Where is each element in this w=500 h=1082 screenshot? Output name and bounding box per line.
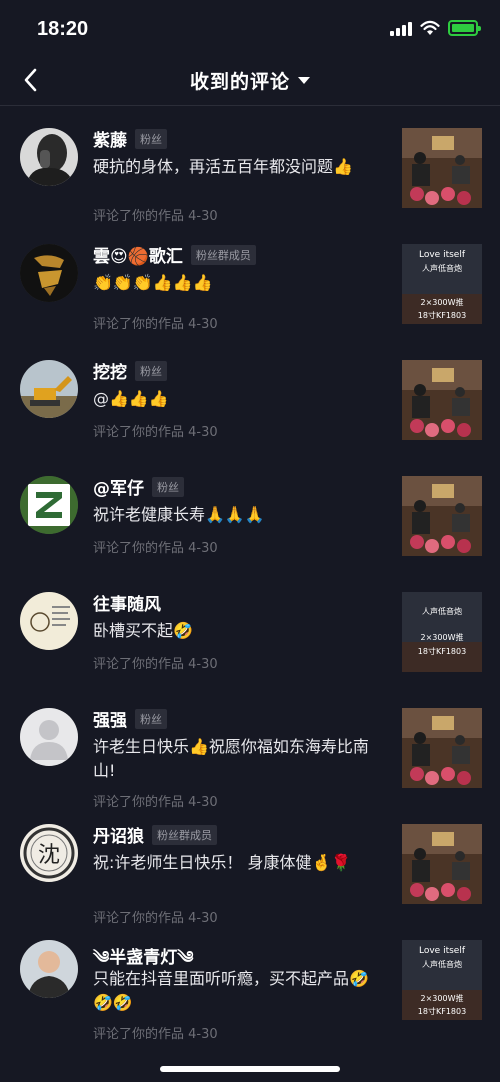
video-thumbnail[interactable] (402, 128, 482, 208)
username[interactable]: @军仔 (93, 474, 144, 499)
thumb-text: 2×300W推 (421, 297, 464, 307)
comment-item[interactable]: 往事随风 卧槽买不起🤣 评论了你的作品 4-30 人声低音炮 2×300W推 1… (0, 571, 500, 687)
video-thumbnail[interactable]: Love itself 人声低音炮 2×300W推 18寸KF1803 (402, 940, 482, 1020)
status-bar: 18:20 (0, 0, 500, 54)
video-thumbnail[interactable] (402, 708, 482, 788)
title-dropdown[interactable]: 收到的评论 (0, 67, 500, 94)
thumb-text: 18寸KF1803 (418, 1006, 466, 1016)
video-thumbnail[interactable] (402, 360, 482, 440)
status-time: 18:20 (37, 18, 89, 40)
wifi-icon (420, 20, 440, 35)
username[interactable]: 雲😍🏀歌汇 (93, 242, 183, 267)
username[interactable]: 强强 (93, 706, 127, 731)
comment-item[interactable]: ༄半盏青灯༄ 只能在抖音里面听听瘾，买不起产品🤣🤣🤣 评论了你的作品 4-30 … (0, 919, 500, 1042)
thumb-text: 18寸KF1803 (418, 310, 466, 320)
comment-text: 👏👏👏👍👍👍 (93, 273, 213, 292)
thumb-text: 人声低音炮 (422, 263, 462, 273)
avatar[interactable] (20, 940, 78, 998)
status-icons (390, 20, 481, 36)
avatar[interactable] (20, 476, 78, 534)
thumb-text: 2×300W推 (421, 632, 464, 642)
video-thumbnail[interactable]: Love itself 人声低音炮 2×300W推 18寸KF1803 (402, 244, 482, 324)
comment-meta: 评论了你的作品 4-30 (93, 317, 218, 332)
cellular-signal-icon (390, 20, 412, 36)
comment-item[interactable]: 沈 丹诏狼 粉丝群成员 祝:许老师生日快乐！ 身康体健🤞🌹 评论了你的作品 4-… (0, 803, 500, 926)
comment-meta: 评论了你的作品 4-30 (93, 425, 218, 440)
video-thumbnail[interactable] (402, 824, 482, 904)
comment-item[interactable]: 强强 粉丝 许老生日快乐👍祝愿你福如东海寿比南山! 评论了你的作品 4-30 (0, 687, 500, 810)
comment-meta: 评论了你的作品 4-30 (93, 541, 218, 556)
username[interactable]: 挖挖 (93, 358, 127, 383)
thumb-text: Love itself (419, 946, 466, 956)
avatar[interactable] (20, 360, 78, 418)
avatar[interactable] (20, 708, 78, 766)
avatar-glyph: 沈 (38, 843, 60, 868)
thumb-text: 人声低音炮 (422, 606, 462, 616)
nav-bar: 收到的评论 (0, 54, 500, 106)
username[interactable]: 紫藤 (93, 126, 127, 151)
battery-icon (448, 20, 481, 36)
comment-text: 硬抗的身体，再活五百年都没问题👍 (93, 157, 353, 176)
comment-list: 紫藤 粉丝 硬抗的身体，再活五百年都没问题👍 评论了你的作品 4-30 雲😍🏀歌… (0, 107, 500, 1042)
thumb-text: 人声低音炮 (422, 959, 462, 969)
avatar[interactable] (20, 128, 78, 186)
comment-text: 祝许老健康长寿🙏🙏🙏 (93, 505, 265, 524)
comment-item[interactable]: 雲😍🏀歌汇 粉丝群成员 👏👏👏👍👍👍 评论了你的作品 4-30 Love its… (0, 223, 500, 339)
caret-down-icon (298, 77, 310, 84)
video-thumbnail[interactable] (402, 476, 482, 556)
fan-group-badge: 粉丝群成员 (190, 244, 256, 265)
username[interactable]: 丹诏狼 (93, 822, 144, 847)
avatar[interactable] (20, 244, 78, 302)
comment-text: 卧槽买不起🤣 (93, 621, 193, 640)
avatar[interactable]: 沈 (20, 824, 78, 882)
fan-badge: 粉丝 (152, 476, 184, 497)
comment-meta: 评论了你的作品 4-30 (93, 657, 218, 672)
comment-item[interactable]: 挖挖 粉丝 @👍👍👍 评论了你的作品 4-30 (0, 339, 500, 455)
comment-item[interactable]: 紫藤 粉丝 硬抗的身体，再活五百年都没问题👍 评论了你的作品 4-30 (0, 107, 500, 224)
comment-text: 只能在抖音里面听听瘾，买不起产品🤣🤣🤣 (93, 969, 369, 1012)
avatar[interactable] (20, 592, 78, 650)
thumb-text: 2×300W推 (421, 993, 464, 1003)
username[interactable]: 往事随风 (93, 590, 161, 615)
comment-text: @👍👍👍 (93, 389, 169, 408)
video-thumbnail[interactable]: 人声低音炮 2×300W推 18寸KF1803 (402, 592, 482, 672)
home-indicator[interactable] (160, 1066, 340, 1072)
page-title: 收到的评论 (189, 71, 290, 93)
thumb-text: Love itself (419, 250, 466, 260)
fan-badge: 粉丝 (135, 708, 167, 729)
comment-text: 许老生日快乐👍祝愿你福如东海寿比南山! (93, 737, 369, 780)
thumb-text: 18寸KF1803 (418, 646, 466, 656)
comment-text: 祝:许老师生日快乐！ 身康体健🤞🌹 (93, 853, 352, 872)
comment-meta: 评论了你的作品 4-30 (93, 209, 218, 224)
fan-group-badge: 粉丝群成员 (152, 824, 217, 845)
fan-badge: 粉丝 (135, 128, 167, 149)
comment-item[interactable]: @军仔 粉丝 祝许老健康长寿🙏🙏🙏 评论了你的作品 4-30 (0, 455, 500, 571)
comment-meta: 评论了你的作品 4-30 (93, 1027, 218, 1042)
fan-badge: 粉丝 (135, 360, 167, 381)
